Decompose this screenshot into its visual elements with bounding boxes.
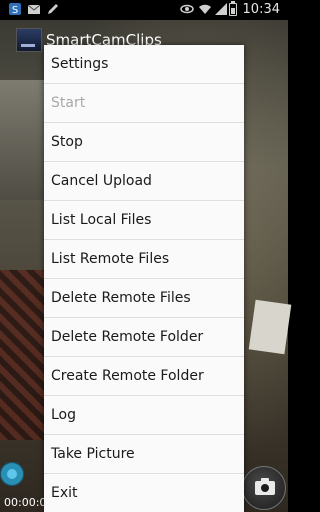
menu-item-settings[interactable]: Settings — [44, 45, 244, 84]
preview-paper — [248, 299, 292, 355]
menu-item-stop[interactable]: Stop — [44, 123, 244, 162]
menu-item-delete-remote-files[interactable]: Delete Remote Files — [44, 279, 244, 318]
camera-button[interactable] — [242, 466, 286, 510]
menu-item-take-picture[interactable]: Take Picture — [44, 435, 244, 474]
mail-icon — [27, 2, 41, 16]
app-logo-icon[interactable] — [16, 28, 42, 52]
menu-item-exit[interactable]: Exit — [44, 474, 244, 512]
signal-icon — [214, 2, 228, 16]
menu-item-start: Start — [44, 84, 244, 123]
overflow-menu: Settings Start Stop Cancel Upload List L… — [44, 45, 244, 512]
menu-item-log[interactable]: Log — [44, 396, 244, 435]
eye-icon — [180, 2, 194, 16]
status-bar: S 10:34 — [0, 0, 288, 20]
svg-text:S: S — [12, 5, 18, 16]
menu-item-delete-remote-folder[interactable]: Delete Remote Folder — [44, 318, 244, 357]
skype-icon: S — [8, 2, 22, 16]
wifi-icon — [198, 2, 212, 16]
battery-icon — [229, 1, 237, 16]
battery-level — [231, 8, 235, 14]
menu-item-create-remote-folder[interactable]: Create Remote Folder — [44, 357, 244, 396]
preview-shelf — [0, 80, 44, 200]
record-indicator-icon[interactable] — [0, 462, 24, 486]
pencil-icon — [46, 2, 60, 16]
camera-icon — [255, 478, 275, 495]
clock: 10:34 — [242, 2, 280, 17]
menu-item-cancel-upload[interactable]: Cancel Upload — [44, 162, 244, 201]
menu-item-list-remote-files[interactable]: List Remote Files — [44, 240, 244, 279]
preview-rug — [0, 270, 48, 440]
menu-item-list-local-files[interactable]: List Local Files — [44, 201, 244, 240]
